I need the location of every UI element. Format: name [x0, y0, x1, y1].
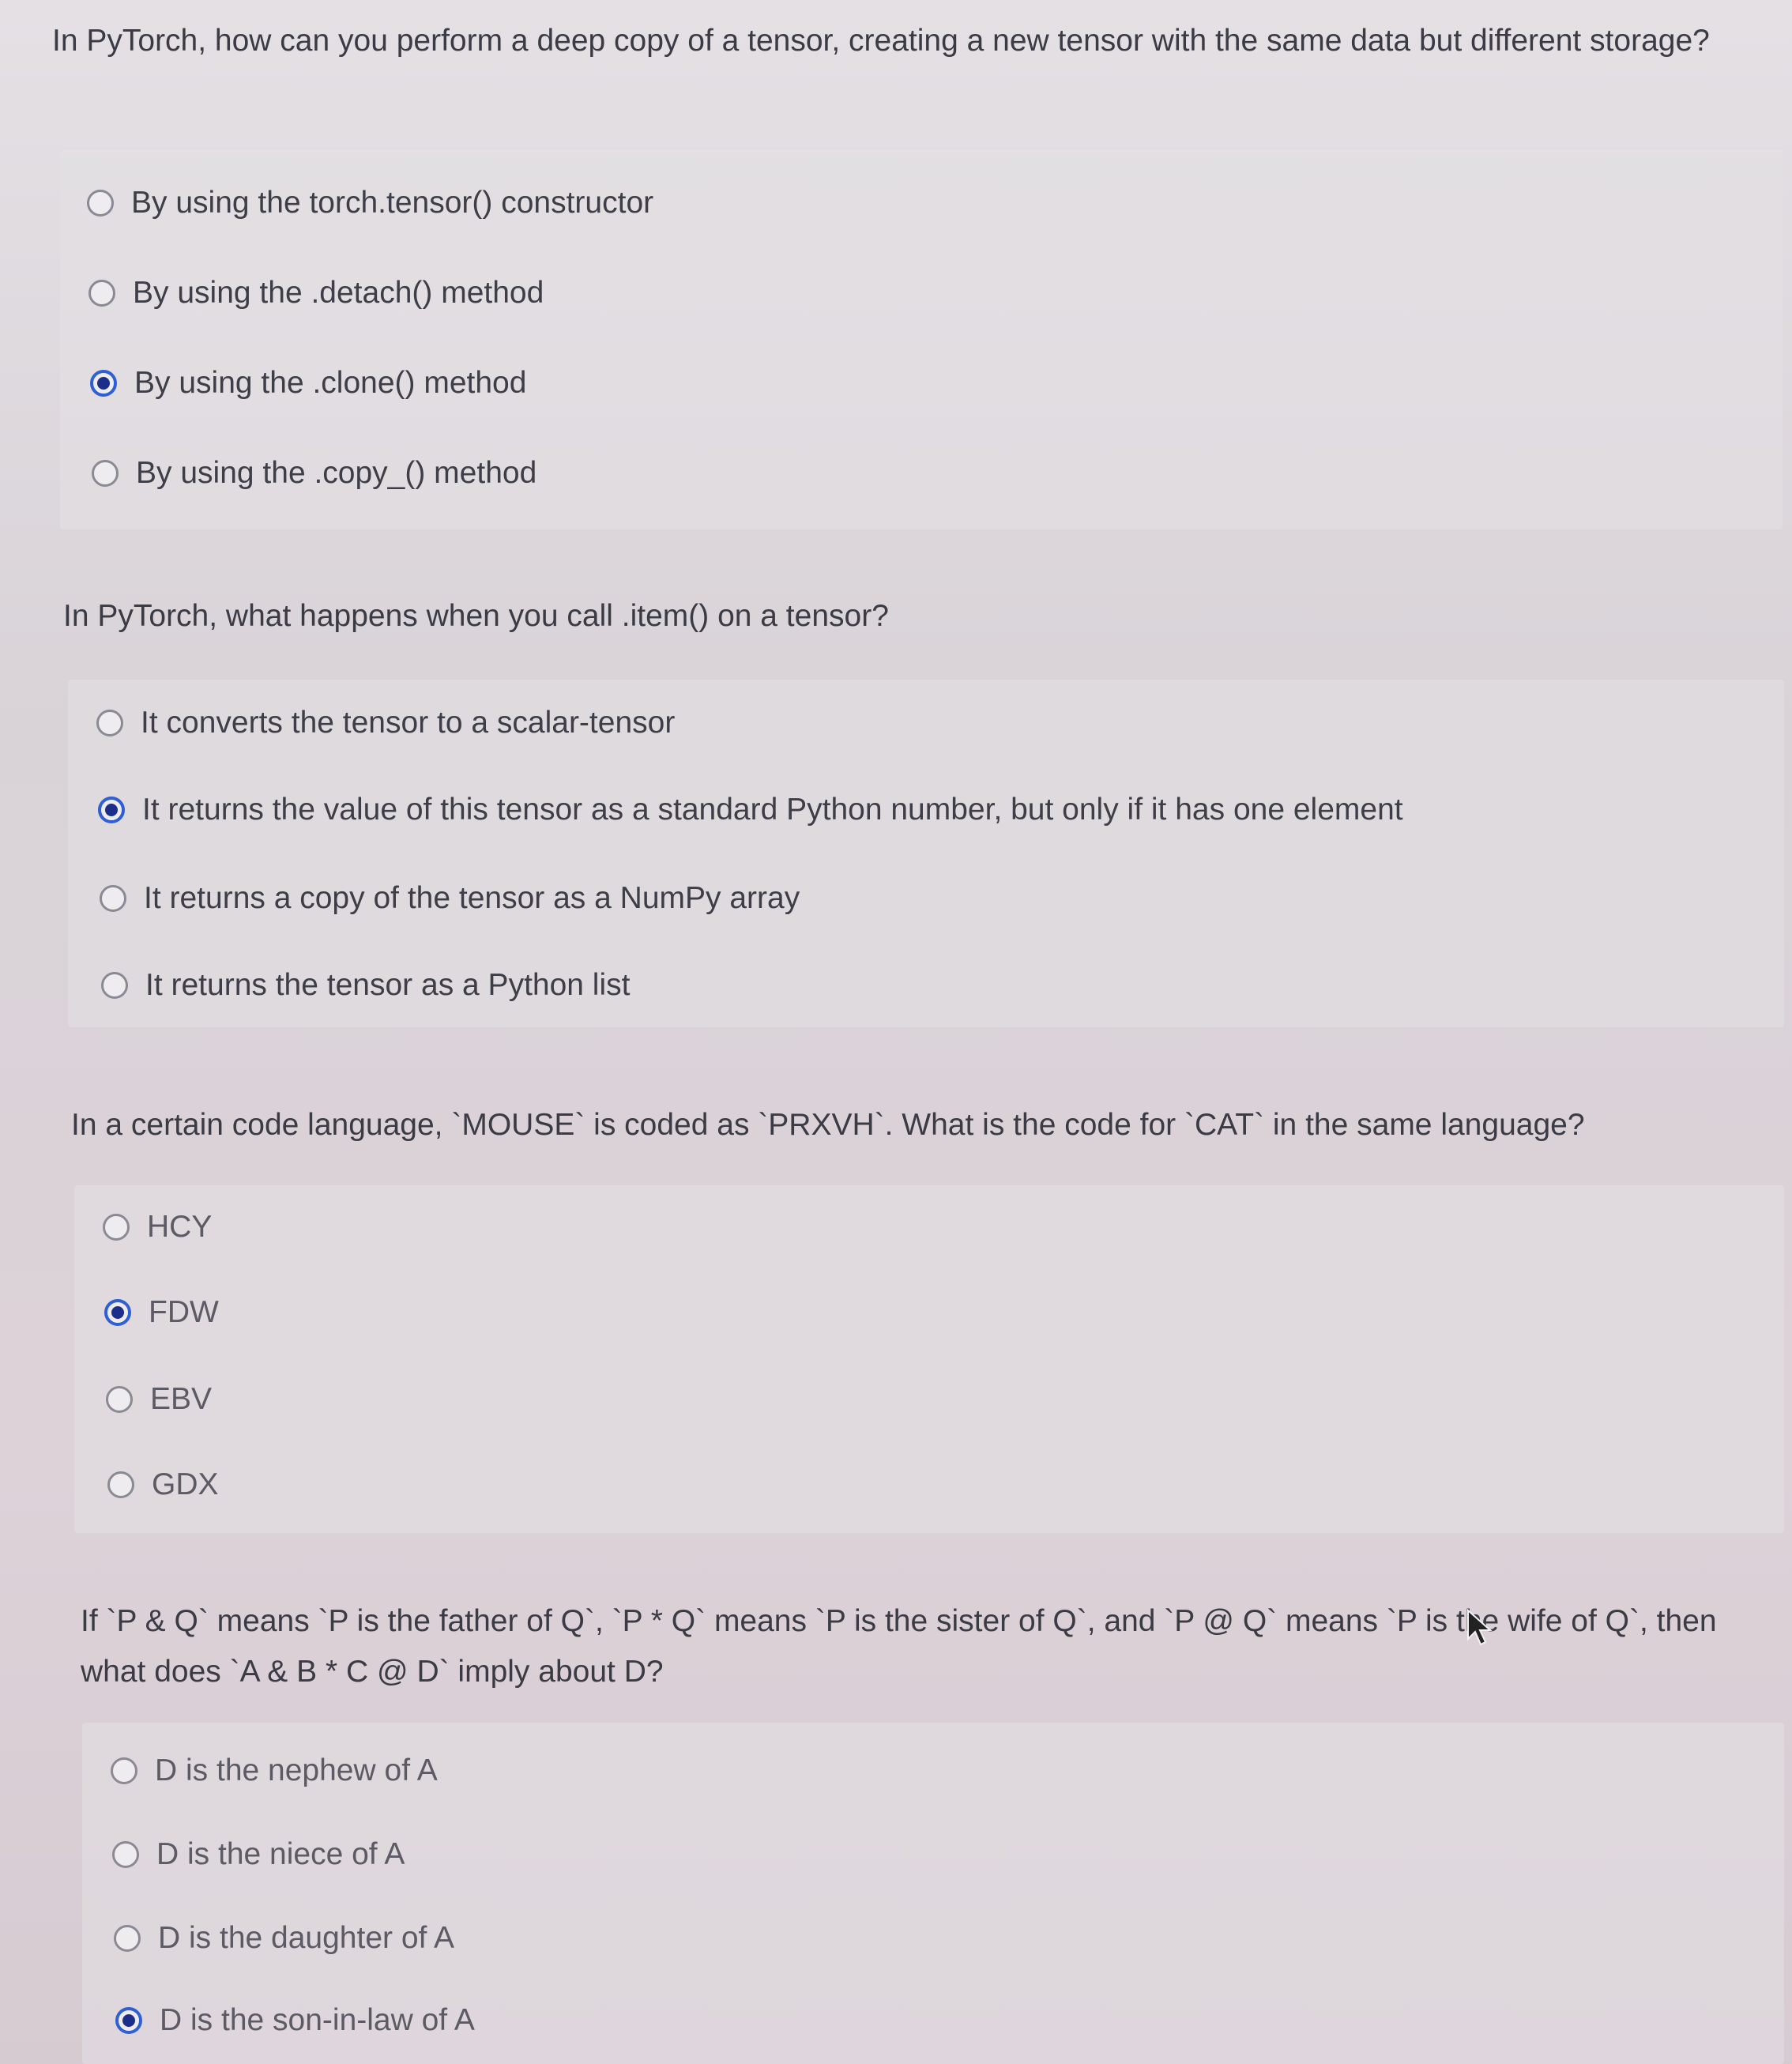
radio-button[interactable]	[111, 1757, 137, 1784]
radio-button-selected[interactable]	[115, 2007, 142, 2034]
option-label: GDX	[152, 1467, 219, 1501]
option-torch-tensor-constructor[interactable]: By using the torch.tensor() constructor	[87, 168, 653, 239]
quiz-page: In PyTorch, how can you perform a deep c…	[0, 0, 1792, 2064]
option-label: D is the son-in-law of A	[160, 2003, 475, 2037]
option-python-number[interactable]: It returns the value of this tensor as a…	[98, 774, 1403, 846]
option-label: By using the .copy_() method	[136, 456, 537, 490]
radio-button[interactable]	[103, 1214, 130, 1241]
option-label: FDW	[149, 1295, 219, 1329]
radio-button[interactable]	[100, 885, 126, 912]
option-label: It converts the tensor to a scalar-tenso…	[141, 706, 676, 740]
option-scalar-tensor[interactable]: It converts the tensor to a scalar-tenso…	[96, 687, 675, 759]
option-clone-method[interactable]: By using the .clone() method	[90, 348, 526, 419]
option-python-list[interactable]: It returns the tensor as a Python list	[101, 950, 630, 1021]
radio-button[interactable]	[87, 190, 114, 217]
option-label: EBV	[150, 1382, 213, 1416]
option-label: By using the .clone() method	[134, 366, 527, 400]
option-fdw[interactable]: FDW	[104, 1277, 219, 1348]
option-label: It returns the tensor as a Python list	[145, 968, 631, 1002]
option-label: It returns a copy of the tensor as a Num…	[144, 881, 800, 915]
option-gdx[interactable]: GDX	[107, 1449, 219, 1520]
option-label: D is the niece of A	[156, 1837, 405, 1871]
option-ebv[interactable]: EBV	[106, 1364, 212, 1435]
option-niece[interactable]: D is the niece of A	[112, 1819, 405, 1890]
option-nephew[interactable]: D is the nephew of A	[111, 1735, 438, 1806]
option-label: D is the nephew of A	[155, 1753, 438, 1787]
question-3-text: In a certain code language, `MOUSE` is c…	[71, 1108, 1585, 1142]
radio-button[interactable]	[106, 1386, 133, 1413]
option-daughter[interactable]: D is the daughter of A	[114, 1903, 454, 1974]
option-label: D is the daughter of A	[158, 1921, 455, 1955]
mouse-cursor-icon	[1467, 1609, 1493, 1646]
radio-button[interactable]	[114, 1925, 141, 1952]
option-numpy-array[interactable]: It returns a copy of the tensor as a Num…	[100, 863, 800, 934]
radio-button[interactable]	[107, 1471, 134, 1498]
radio-button-selected[interactable]	[98, 797, 125, 823]
radio-button[interactable]	[88, 280, 115, 307]
option-label: By using the .detach() method	[133, 276, 544, 310]
question-3-options	[74, 1185, 1784, 1533]
option-label: It returns the value of this tensor as a…	[142, 793, 1403, 827]
question-2-text: In PyTorch, what happens when you call .…	[63, 599, 889, 633]
radio-button-selected[interactable]	[90, 370, 117, 397]
question-1-text: In PyTorch, how can you perform a deep c…	[52, 24, 1710, 58]
option-son-in-law[interactable]: D is the son-in-law of A	[115, 1985, 475, 2056]
option-label: By using the torch.tensor() constructor	[131, 186, 654, 220]
radio-button[interactable]	[96, 710, 123, 736]
radio-button[interactable]	[92, 460, 119, 487]
radio-button-selected[interactable]	[104, 1299, 131, 1326]
radio-button[interactable]	[112, 1841, 139, 1868]
radio-button[interactable]	[101, 972, 128, 999]
option-label: HCY	[147, 1210, 213, 1244]
option-detach-method[interactable]: By using the .detach() method	[88, 258, 544, 329]
question-4-text: If `P & Q` means `P is the father of Q`,…	[81, 1604, 1717, 1689]
option-hcy[interactable]: HCY	[103, 1192, 212, 1263]
option-copy-method[interactable]: By using the .copy_() method	[92, 438, 536, 509]
